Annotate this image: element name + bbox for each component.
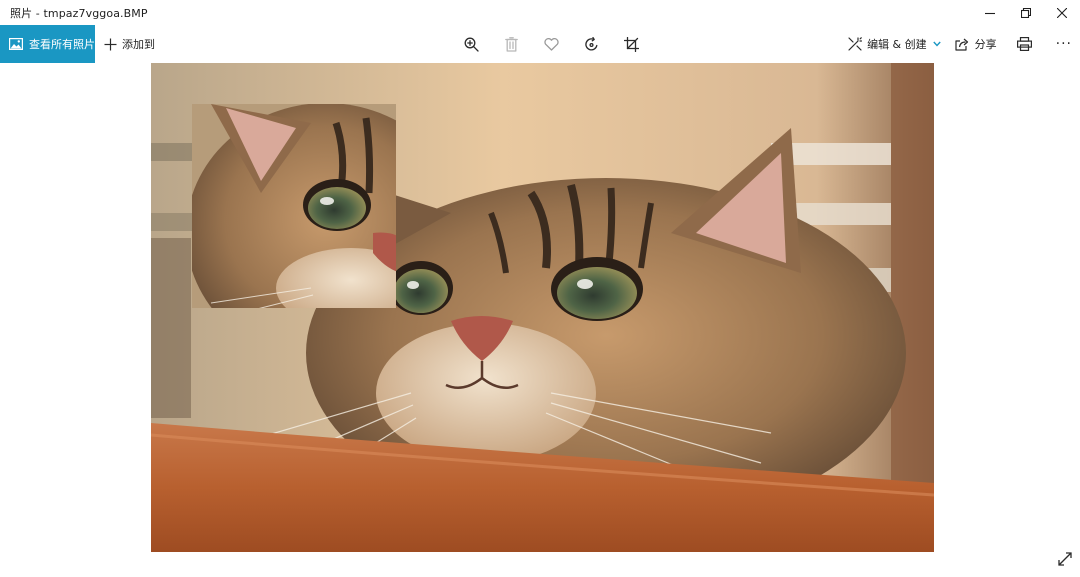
crop-button[interactable] — [611, 25, 651, 63]
chevron-down-icon — [932, 41, 941, 47]
image-tools — [451, 25, 651, 63]
add-to-label: 添加到 — [122, 38, 155, 51]
view-all-photos-button[interactable]: 查看所有照片 — [0, 25, 95, 63]
window-controls — [972, 0, 1080, 25]
command-bar: 查看所有照片 添加到 编辑 & 创建 分享 ··· — [0, 25, 1080, 63]
edit-create-icon — [848, 37, 863, 51]
restore-button[interactable] — [1008, 0, 1044, 25]
photo-viewer-image[interactable] — [151, 63, 934, 552]
expand-icon — [1058, 552, 1072, 566]
more-options-button[interactable]: ··· — [1056, 36, 1072, 52]
view-all-photos-label: 查看所有照片 — [29, 38, 95, 51]
window-title: 照片 - tmpaz7vggoa.BMP — [10, 6, 148, 20]
close-button[interactable] — [1044, 0, 1080, 25]
cat-photo — [151, 63, 934, 552]
rotate-icon — [584, 36, 597, 51]
delete-button[interactable] — [491, 25, 531, 63]
more-label: ··· — [1055, 36, 1072, 52]
favorite-button[interactable] — [531, 25, 571, 63]
zoom-in-icon — [464, 37, 479, 52]
minimize-icon — [985, 12, 995, 14]
restore-icon — [1021, 7, 1031, 18]
crop-icon — [623, 36, 639, 52]
edit-create-button[interactable]: 编辑 & 创建 — [848, 36, 941, 52]
print-button[interactable] — [1016, 37, 1032, 51]
photos-app-window: 照片 - tmpaz7vggoa.BMP 查看所有照片 添加到 编辑 & 创建 … — [0, 0, 1080, 577]
right-commands: 编辑 & 创建 分享 ··· — [848, 25, 1080, 63]
minimize-button[interactable] — [972, 0, 1008, 25]
plus-icon — [104, 38, 117, 51]
share-button[interactable]: 分享 — [955, 36, 997, 52]
trash-icon — [504, 36, 518, 52]
zoom-button[interactable] — [451, 25, 491, 63]
edit-create-label: 编辑 & 创建 — [867, 38, 927, 51]
share-icon — [955, 38, 969, 51]
add-to-button[interactable]: 添加到 — [104, 25, 155, 63]
photo-gallery-icon — [9, 38, 23, 50]
title-bar: 照片 - tmpaz7vggoa.BMP — [0, 0, 1080, 25]
share-label: 分享 — [974, 38, 997, 51]
rotate-button[interactable] — [571, 25, 611, 63]
close-icon — [1057, 7, 1067, 18]
heart-icon — [543, 37, 559, 51]
printer-icon — [1016, 37, 1032, 51]
fullscreen-button[interactable] — [1055, 549, 1075, 569]
